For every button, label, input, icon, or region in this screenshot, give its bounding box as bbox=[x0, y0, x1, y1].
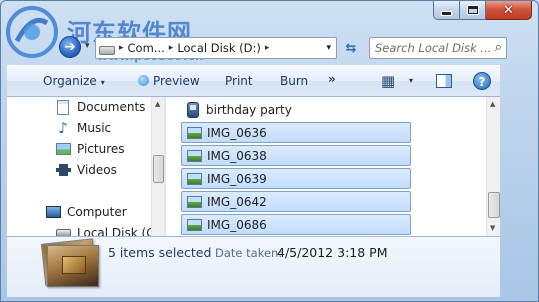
file-name: birthday party bbox=[206, 102, 292, 117]
maximize-icon bbox=[467, 6, 478, 14]
breadcrumb-separator-icon[interactable]: ▸ bbox=[169, 43, 174, 53]
image-icon bbox=[186, 172, 202, 185]
organize-label: Organize bbox=[43, 74, 97, 88]
minimize-button[interactable] bbox=[433, 1, 460, 20]
search-placeholder: Search Local Disk ... bbox=[375, 41, 492, 55]
navigation-bar: ➔ ▾ ▸ Com... ▸ Local Disk (D:) ▸ ▾ ⇆ Sea… bbox=[1, 33, 539, 61]
file-item-img-0642[interactable]: IMG_0642 bbox=[181, 191, 411, 212]
explorer-window: 河东软件网 www.pc0359.cn ✕ ➔ ▾ ▸ Com... ▸ Loc… bbox=[0, 0, 539, 302]
nav-item-documents[interactable]: Documents bbox=[55, 99, 145, 115]
date-taken-value[interactable]: 4/5/2012 3:18 PM bbox=[277, 245, 387, 260]
scroll-up-icon[interactable]: ▲ bbox=[155, 100, 160, 108]
file-name: IMG_0686 bbox=[207, 217, 267, 232]
back-arrow-icon: ➔ bbox=[64, 39, 76, 55]
address-dropdown-icon[interactable]: ▾ bbox=[326, 43, 331, 53]
nav-item-label: Videos bbox=[77, 163, 117, 177]
nav-item-videos[interactable]: Videos bbox=[55, 162, 117, 178]
image-icon bbox=[186, 218, 202, 231]
documents-icon bbox=[57, 99, 69, 115]
breadcrumb-computer[interactable]: Com... bbox=[128, 41, 165, 55]
nav-item-label: Documents bbox=[77, 100, 146, 114]
view-options-dropdown[interactable]: ▾ bbox=[409, 76, 413, 85]
disk-icon bbox=[55, 229, 71, 236]
close-icon: ✕ bbox=[503, 2, 514, 18]
recent-pages-dropdown[interactable]: ▾ bbox=[85, 41, 90, 51]
videos-icon bbox=[55, 164, 71, 176]
help-icon[interactable]: ? bbox=[473, 72, 491, 90]
file-list: birthday party IMG_0636 IMG_0638 IMG_063… bbox=[166, 97, 486, 236]
refresh-icon: ⇆ bbox=[345, 41, 357, 56]
command-bar: Organize ▾ Preview Print Burn » ▦ ▾ ? bbox=[7, 65, 500, 97]
scroll-up-icon[interactable]: ▲ bbox=[490, 100, 495, 108]
drive-icon bbox=[99, 45, 115, 55]
breadcrumb-separator-icon[interactable]: ▸ bbox=[265, 43, 270, 53]
preview-label: Preview bbox=[153, 74, 200, 88]
nav-item-local-disk-c[interactable]: Local Disk (C: bbox=[55, 225, 159, 237]
breadcrumb-separator-icon[interactable]: ▸ bbox=[119, 43, 124, 53]
chevron-down-icon: ▾ bbox=[100, 78, 105, 87]
nav-item-label: Computer bbox=[67, 205, 127, 219]
nav-item-computer[interactable]: Computer bbox=[45, 204, 127, 220]
pictures-icon bbox=[55, 143, 71, 155]
selection-thumbnail bbox=[40, 238, 101, 289]
search-icon[interactable]: ⌕ bbox=[495, 40, 502, 55]
scrollbar-thumb[interactable] bbox=[488, 192, 500, 218]
burn-button[interactable]: Burn bbox=[280, 74, 308, 88]
caption-buttons: ✕ bbox=[433, 1, 532, 20]
file-item-img-0636[interactable]: IMG_0636 bbox=[181, 122, 411, 143]
computer-icon bbox=[45, 206, 61, 218]
minimize-icon bbox=[442, 11, 451, 15]
file-name: IMG_0636 bbox=[207, 125, 267, 140]
address-bar[interactable]: ▸ Com... ▸ Local Disk (D:) ▸ ▾ bbox=[95, 37, 337, 59]
details-pane: 5 items selected Date taken: 4/5/2012 3:… bbox=[7, 237, 500, 297]
nav-item-label: Local Disk (C: bbox=[77, 226, 159, 237]
file-name: IMG_0638 bbox=[207, 148, 267, 163]
preview-icon bbox=[138, 75, 149, 86]
refresh-button[interactable]: ⇆ bbox=[341, 39, 361, 59]
nav-item-label: Music bbox=[77, 121, 112, 135]
nav-item-pictures[interactable]: Pictures bbox=[55, 141, 125, 157]
change-view-icon[interactable]: ▦ bbox=[381, 72, 395, 90]
device-icon bbox=[187, 101, 199, 118]
navigation-pane: Documents ♪ Music Pictures Videos Comput… bbox=[7, 97, 159, 236]
content-area: Documents ♪ Music Pictures Videos Comput… bbox=[7, 97, 500, 237]
file-list-scrollbar[interactable]: ▲ ▼ bbox=[486, 97, 500, 236]
file-name: IMG_0642 bbox=[207, 194, 267, 209]
scroll-down-icon[interactable]: ▼ bbox=[490, 224, 495, 232]
preview-button[interactable]: Preview bbox=[138, 74, 200, 88]
file-item-img-0638[interactable]: IMG_0638 bbox=[181, 145, 411, 166]
photo-thumbnail bbox=[47, 245, 99, 287]
breadcrumb-local-disk-d[interactable]: Local Disk (D:) bbox=[177, 41, 261, 55]
image-icon bbox=[186, 149, 202, 162]
search-input[interactable]: Search Local Disk ... ⌕ bbox=[369, 37, 507, 59]
file-name: IMG_0639 bbox=[207, 171, 267, 186]
maximize-button[interactable] bbox=[460, 1, 486, 20]
nav-item-label: Pictures bbox=[77, 142, 125, 156]
image-icon bbox=[186, 126, 202, 139]
more-commands-button[interactable]: » bbox=[328, 72, 336, 86]
file-item-img-0686[interactable]: IMG_0686 bbox=[181, 214, 411, 235]
organize-button[interactable]: Organize ▾ bbox=[43, 74, 105, 88]
scrollbar-thumb[interactable] bbox=[153, 155, 164, 183]
selection-count: 5 items selected bbox=[108, 245, 212, 260]
back-button[interactable]: ➔ bbox=[59, 36, 81, 58]
image-icon bbox=[186, 195, 202, 208]
print-button[interactable]: Print bbox=[225, 74, 253, 88]
preview-pane-toggle-icon[interactable] bbox=[436, 74, 452, 88]
date-taken-label: Date taken: bbox=[215, 246, 283, 260]
nav-item-music[interactable]: ♪ Music bbox=[55, 120, 111, 136]
file-item-img-0639[interactable]: IMG_0639 bbox=[181, 168, 411, 189]
music-icon: ♪ bbox=[58, 118, 68, 137]
file-item-birthday-party[interactable]: birthday party bbox=[181, 99, 411, 120]
close-button[interactable]: ✕ bbox=[486, 1, 532, 20]
navigation-pane-scrollbar[interactable]: ▲ bbox=[151, 97, 164, 236]
